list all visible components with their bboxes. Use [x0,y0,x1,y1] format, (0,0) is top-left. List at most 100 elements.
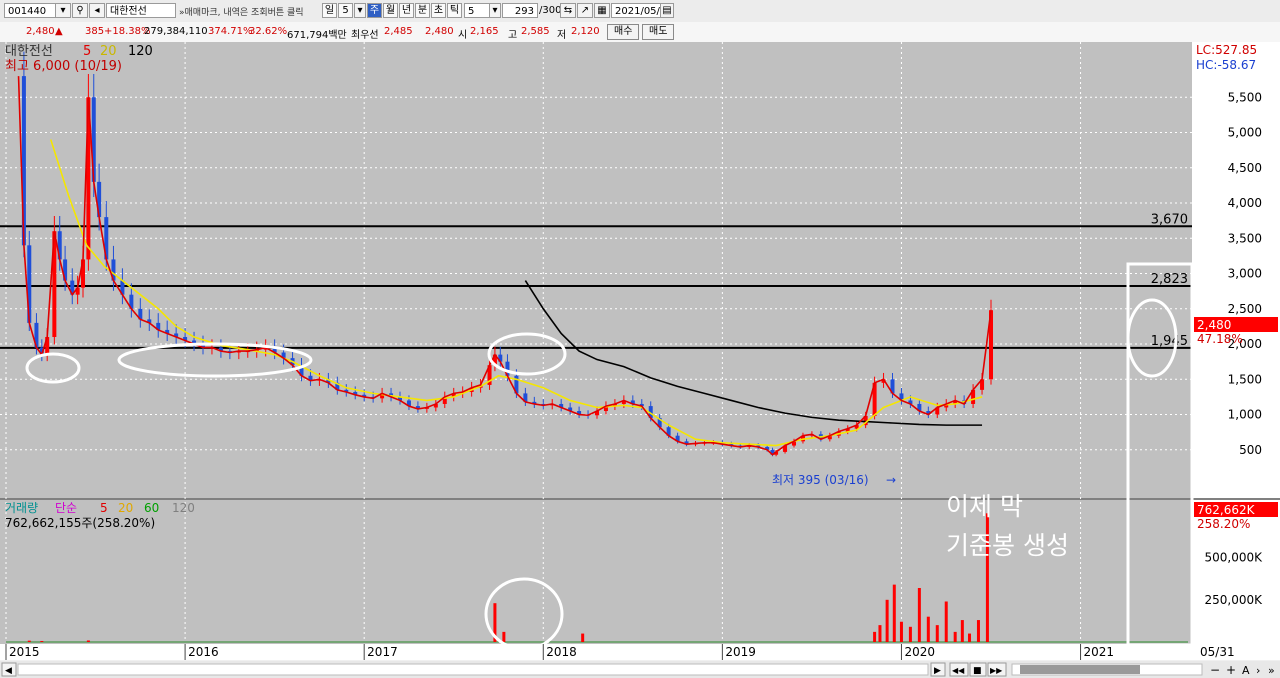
scrollbar-track[interactable] [17,663,929,676]
open-label: 시 [458,30,468,41]
scroll-left-button[interactable]: ◀ [1,662,17,677]
x-tick-label: 2016 [188,645,219,659]
x-tick-label: 2021 [1084,645,1115,659]
y-tick-label: 4,000 [1228,196,1262,210]
chart-tool-icon[interactable]: ⇆ [560,3,576,18]
calendar-icon[interactable]: ▤ [660,3,674,18]
buy-button[interactable]: 매수 [607,24,640,40]
volume-bar [917,588,921,642]
y-tick-label: 1,000 [1228,408,1262,422]
lc-label: LC:527.85 [1196,43,1257,57]
volume-bar [878,625,882,642]
svg-text:▶▶: ▶▶ [990,666,1003,675]
grid-icon[interactable]: ▦ [594,3,610,18]
tab-tick[interactable]: 틱 [447,3,462,18]
volume-bar [935,625,939,642]
volume-last-pct: 258.20% [1197,517,1250,531]
high-label: 고 [508,30,518,41]
interval-dropdown-icon[interactable]: ▾ [489,3,501,18]
chevron-right-icon[interactable]: › [1256,664,1260,677]
volume-bar [892,584,896,642]
y-tick-label: 3,500 [1228,231,1262,245]
stock-code-input[interactable]: 001440 [4,3,56,18]
tab-minute[interactable]: 분 [415,3,430,18]
volume-bar [885,599,889,642]
volume-bar [976,620,980,642]
x-tick-label: 2015 [9,645,40,659]
volume-y-tick-label: 250,000K [1205,593,1264,607]
hc-label: HC:-58.67 [1196,58,1256,72]
zoom-out-button[interactable]: − [1210,663,1220,677]
count-max: /300 [539,5,562,16]
svg-text:■: ■ [973,666,982,676]
low-arrow-icon: → [886,473,896,487]
volume: 279,384,110 [144,26,208,37]
volume-bar [908,626,912,642]
vol-legend-5: 5 [100,501,108,515]
vol-legend-120: 120 [172,501,195,515]
x-tick-label: 2020 [904,645,935,659]
zoom-in-button[interactable]: + [1226,663,1236,677]
tab-year[interactable]: 년 [399,3,414,18]
low-price: 2,120 [571,26,600,37]
x-tick-label: 2019 [725,645,756,659]
quote-bar: 2,480 ▲ 385 +18.38% 279,384,110 374.71% … [0,22,1280,43]
stock-chart: 3,6702,8231,945 5001,0001,5002,0002,5003… [0,42,1280,678]
volume-bar [27,640,31,642]
code-dropdown-icon[interactable]: ▾ [55,3,71,18]
auto-button[interactable]: A [1242,664,1250,677]
y-tick-label: 4,500 [1228,161,1262,175]
scroll-right-button[interactable]: ▶ [930,662,946,677]
nav-last-button[interactable]: ▶▶ [987,662,1007,677]
nav-first-button[interactable]: ◀◀ [949,662,969,677]
tab-month[interactable]: 월 [383,3,398,18]
volume-bar [960,620,964,642]
svg-text:◀: ◀ [5,666,12,676]
last-price-label: 2,480 [1197,318,1231,332]
volume-value: 762,662,155주(258.20%) [5,516,155,530]
trend-icon[interactable]: ↗ [577,3,593,18]
annotation-line2: 기준봉 생성 [946,531,1069,560]
chevron-right-2-icon[interactable]: » [1268,664,1275,677]
vol-legend-simple: 단순 [55,501,77,515]
volume-bar [40,640,44,642]
volume-y-tick-label: 500,000K [1205,551,1264,565]
sell-button[interactable]: 매도 [642,24,675,40]
stock-name-field[interactable]: 대한전선 [106,3,176,18]
x-tick-label: 2017 [367,645,398,659]
high-note: 최고 6,000 (10/19) [5,59,122,74]
hint-text: »매매마크, 내역은 조회버튼 클릭 [179,8,304,18]
y-tick-label: 500 [1239,443,1262,457]
support-line-label: 1,945 [1151,334,1188,349]
tab-second[interactable]: 초 [431,3,446,18]
search-icon[interactable]: ⚲ [72,3,88,18]
best-ask: 2,485 [384,26,413,37]
volume-bar [899,621,903,642]
zoom-slider-thumb[interactable] [1020,665,1140,674]
tab-day[interactable]: 일 [322,3,337,18]
tab-5[interactable]: 5 [338,3,353,18]
high-price: 2,585 [521,26,550,37]
open-price: 2,165 [470,26,499,37]
change: 385 [85,26,105,37]
up-arrow-icon: ▲ [55,26,63,37]
tab-week[interactable]: 주 [367,3,382,18]
speaker-icon[interactable]: ◂ [89,3,105,18]
volume-bar [953,631,957,642]
vol-ratio: 374.71% [208,26,253,37]
toolbar: 001440 ▾ ⚲ ◂ 대한전선 »매매마크, 내역은 조회버튼 클릭 일 5… [0,0,1280,23]
support-line-label: 3,670 [1151,212,1188,227]
y-tick-label: 1,500 [1228,372,1262,386]
count-input[interactable]: 293 [502,3,538,18]
y-tick-label: 5,500 [1228,90,1262,104]
best-ask-label: 최우선 [351,30,379,41]
annotation-line1: 이제 막 [946,492,1023,521]
interval-input[interactable]: 5 [464,3,490,18]
volume-panel-bg [0,500,1192,644]
nav-stop-button[interactable]: ■ [969,662,987,677]
tab-5-dropdown-icon[interactable]: ▾ [354,3,366,18]
volume-bar [581,633,585,642]
chart-title: 대한전선 [5,44,53,59]
volume-title: 거래량 [5,501,38,515]
legend-ma20: 20 [100,44,117,59]
